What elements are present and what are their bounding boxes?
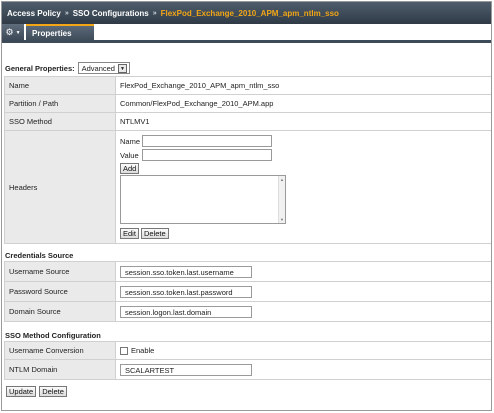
scroll-up-icon: ▲ bbox=[280, 177, 284, 182]
sso-method-label: SSO Method bbox=[4, 112, 116, 131]
domain-source-input[interactable]: session.logon.last.domain bbox=[120, 305, 252, 318]
header-name-label: Name bbox=[120, 136, 141, 146]
partition-value: Common/FlexPod_Exchange_2010_APM.app bbox=[115, 94, 491, 113]
delete-header-button[interactable]: Delete bbox=[140, 227, 169, 239]
breadcrumb-separator: » bbox=[64, 9, 69, 17]
breadcrumb-current-item: FlexPod_Exchange_2010_APM_apm_ntlm_sso bbox=[160, 8, 339, 18]
credentials-source-heading: Credentials Source bbox=[5, 251, 74, 260]
ntlm-domain-label: NTLM Domain bbox=[4, 359, 116, 380]
chevron-down-icon: ▼ bbox=[117, 63, 127, 73]
gear-icon: ⚙ bbox=[5, 27, 14, 37]
form-actions: Update Delete bbox=[6, 386, 67, 397]
breadcrumb-separator: » bbox=[152, 9, 157, 17]
password-source-label: Password Source bbox=[4, 281, 116, 302]
scroll-down-icon: ▼ bbox=[280, 217, 284, 222]
sso-method-configuration-heading: SSO Method Configuration bbox=[5, 331, 101, 340]
mode-select-value: Advanced bbox=[81, 63, 115, 73]
ntlm-domain-cell: SCALARTEST bbox=[115, 359, 491, 380]
username-source-label: Username Source bbox=[4, 261, 116, 282]
username-conversion-cell: Enable bbox=[115, 341, 491, 360]
tab-strip: ⚙ ▼ Properties bbox=[2, 24, 491, 43]
headers-list-scrollbar[interactable]: ▲ ▼ bbox=[278, 176, 285, 223]
delete-button[interactable]: Delete bbox=[39, 386, 67, 397]
name-label: Name bbox=[4, 76, 116, 95]
sso-method-value: NTLMV1 bbox=[115, 112, 491, 131]
header-name-input[interactable] bbox=[142, 135, 272, 147]
table-row: Password Source session.sso.token.last.p… bbox=[4, 281, 491, 302]
breadcrumb: Access Policy » SSO Configurations » Fle… bbox=[2, 2, 491, 24]
table-row: Name FlexPod_Exchange_2010_APM_apm_ntlm_… bbox=[4, 76, 491, 95]
table-row: Partition / Path Common/FlexPod_Exchange… bbox=[4, 94, 491, 113]
table-row: Domain Source session.logon.last.domain bbox=[4, 301, 491, 322]
breadcrumb-access-policy[interactable]: Access Policy bbox=[7, 9, 61, 18]
domain-source-cell: session.logon.last.domain bbox=[115, 301, 491, 322]
general-properties-label: General Properties: bbox=[5, 63, 75, 73]
table-row: NTLM Domain SCALARTEST bbox=[4, 359, 491, 380]
credentials-source-table: Username Source session.sso.token.last.u… bbox=[4, 261, 491, 322]
table-row: Username Source session.sso.token.last.u… bbox=[4, 261, 491, 282]
breadcrumb-sso-configurations[interactable]: SSO Configurations bbox=[73, 9, 149, 18]
general-properties-header: General Properties: Advanced ▼ bbox=[5, 62, 130, 74]
enable-option-label: Enable bbox=[131, 345, 155, 355]
username-source-input[interactable]: session.sso.token.last.username bbox=[120, 265, 252, 278]
add-header-button[interactable]: Add bbox=[120, 163, 140, 174]
headers-list[interactable]: ▲ ▼ bbox=[120, 175, 286, 224]
ntlm-domain-input[interactable]: SCALARTEST bbox=[120, 363, 252, 376]
name-value: FlexPod_Exchange_2010_APM_apm_ntlm_sso bbox=[115, 76, 491, 95]
general-properties-mode-select[interactable]: Advanced ▼ bbox=[77, 62, 130, 74]
headers-editor: Name Value Add ▲ ▼ Edit Delete bbox=[115, 130, 491, 244]
sso-method-configuration-table: Username Conversion Enable NTLM Domain S… bbox=[4, 341, 491, 380]
password-source-input[interactable]: session.sso.token.last.password bbox=[120, 285, 252, 298]
headers-label: Headers bbox=[4, 130, 116, 244]
update-button[interactable]: Update bbox=[6, 386, 37, 397]
tab-properties[interactable]: Properties bbox=[26, 24, 94, 41]
password-source-cell: session.sso.token.last.password bbox=[115, 281, 491, 302]
table-row: Username Conversion Enable bbox=[4, 341, 491, 360]
domain-source-label: Domain Source bbox=[4, 301, 116, 322]
header-value-label: Value bbox=[120, 150, 139, 160]
username-conversion-label: Username Conversion bbox=[4, 341, 116, 360]
username-source-cell: session.sso.token.last.username bbox=[115, 261, 491, 282]
partition-label: Partition / Path bbox=[4, 94, 116, 113]
table-row: SSO Method NTLMV1 bbox=[4, 112, 491, 131]
table-row: Headers Name Value Add ▲ ▼ Edit Delete bbox=[4, 130, 491, 244]
username-conversion-checkbox[interactable] bbox=[120, 347, 128, 355]
edit-header-button[interactable]: Edit bbox=[120, 227, 139, 239]
general-properties-table: Name FlexPod_Exchange_2010_APM_apm_ntlm_… bbox=[4, 76, 491, 244]
sso-configuration-window: Access Policy » SSO Configurations » Fle… bbox=[1, 1, 492, 411]
header-value-input[interactable] bbox=[142, 149, 272, 161]
gear-menu-button[interactable]: ⚙ ▼ bbox=[2, 24, 24, 41]
chevron-down-icon: ▼ bbox=[15, 29, 21, 36]
